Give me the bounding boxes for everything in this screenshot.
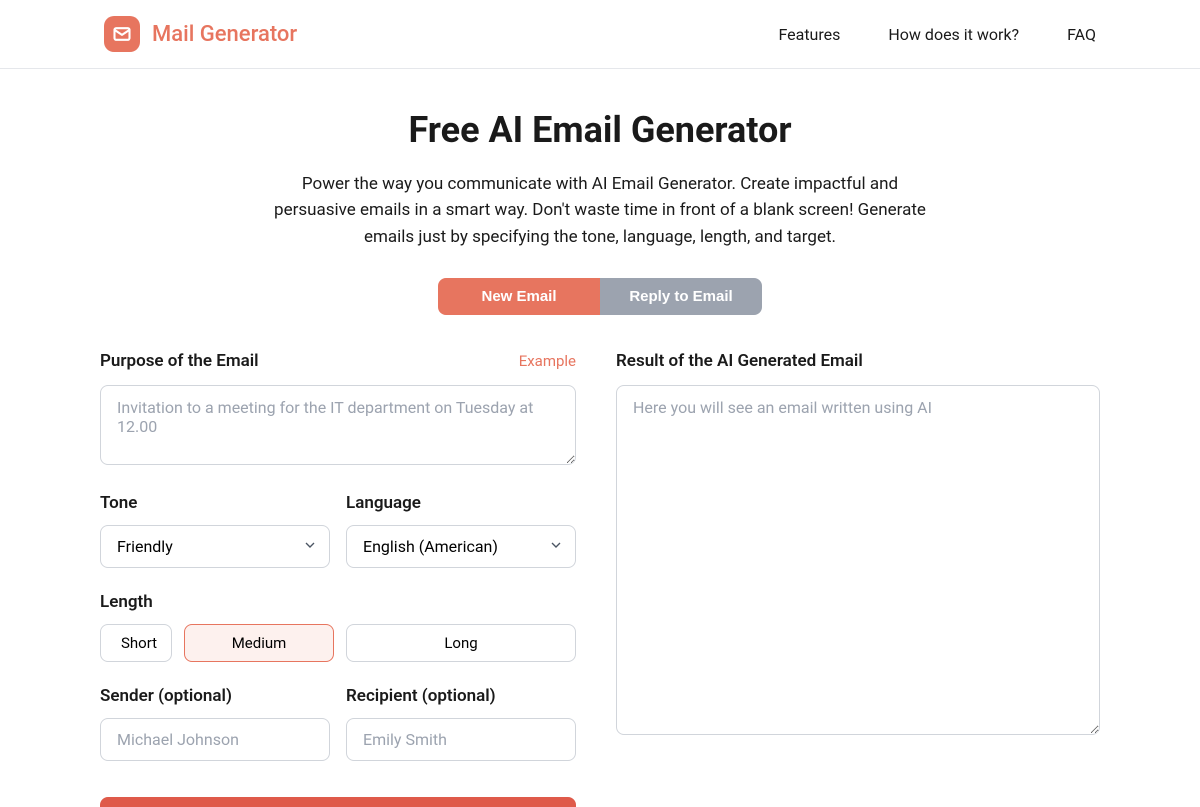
purpose-header: Purpose of the Email Example	[100, 351, 576, 371]
nav: Features How does it work? FAQ	[778, 25, 1096, 44]
header: Mail Generator Features How does it work…	[0, 0, 1200, 69]
tone-language-row: Tone Friendly Language English	[100, 493, 576, 568]
tone-select[interactable]: Friendly	[100, 525, 330, 568]
left-column: Purpose of the Email Example Tone Friend…	[100, 351, 576, 807]
main-container: Free AI Email Generator Power the way yo…	[100, 69, 1100, 807]
result-header: Result of the AI Generated Email	[616, 351, 1100, 371]
result-output[interactable]	[616, 385, 1100, 735]
logo-icon	[104, 16, 140, 52]
email-type-toggle: New Email Reply to Email	[438, 278, 762, 315]
purpose-input[interactable]	[100, 385, 576, 465]
nav-faq[interactable]: FAQ	[1067, 25, 1096, 44]
nav-how-it-works[interactable]: How does it work?	[888, 25, 1019, 44]
recipient-label: Recipient (optional)	[346, 686, 576, 706]
example-link[interactable]: Example	[519, 352, 576, 370]
tab-new-email[interactable]: New Email	[438, 278, 600, 315]
length-short-button[interactable]: Short	[100, 624, 172, 662]
language-field: Language English (American)	[346, 493, 576, 568]
page-title: Free AI Email Generator	[100, 109, 1100, 151]
form-row: Purpose of the Email Example Tone Friend…	[100, 351, 1100, 807]
sender-label: Sender (optional)	[100, 686, 330, 706]
result-label: Result of the AI Generated Email	[616, 351, 863, 371]
brand-name: Mail Generator	[152, 22, 297, 47]
tone-field: Tone Friendly	[100, 493, 330, 568]
generate-button-partial[interactable]	[100, 797, 576, 807]
recipient-input[interactable]	[346, 718, 576, 761]
purpose-label: Purpose of the Email	[100, 351, 259, 371]
length-medium-button[interactable]: Medium	[184, 624, 334, 662]
length-buttons: Short Medium Long	[100, 624, 576, 662]
right-column: Result of the AI Generated Email	[616, 351, 1100, 807]
page-subtitle: Power the way you communicate with AI Em…	[270, 171, 930, 250]
language-label: Language	[346, 493, 576, 513]
nav-features[interactable]: Features	[778, 25, 840, 44]
tab-reply-email[interactable]: Reply to Email	[600, 278, 762, 315]
length-label: Length	[100, 592, 576, 612]
language-select[interactable]: English (American)	[346, 525, 576, 568]
tone-label: Tone	[100, 493, 330, 513]
sender-input[interactable]	[100, 718, 330, 761]
length-long-button[interactable]: Long	[346, 624, 576, 662]
brand[interactable]: Mail Generator	[104, 16, 297, 52]
length-field: Length Short Medium Long	[100, 592, 576, 662]
